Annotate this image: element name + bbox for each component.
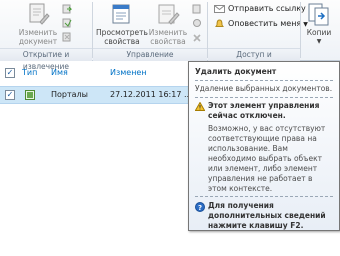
group-label-share: Доступ и отслеживание bbox=[208, 48, 300, 71]
copies-icon bbox=[308, 3, 329, 26]
help-icon: ? bbox=[195, 202, 205, 212]
select-all-checkbox[interactable]: ✓ bbox=[5, 68, 15, 78]
tooltip-body: Возможно, у вас отсутствуют соответствую… bbox=[208, 124, 326, 193]
tooltip-warning: Этот элемент управления сейчас отключен. bbox=[208, 101, 320, 120]
table-row[interactable]: ✓ Порталы 27.12.2011 16:17 ... bbox=[0, 86, 200, 104]
delete-document-tooltip: Удалить документ Удаление выбранных доку… bbox=[188, 61, 340, 231]
view-properties-label: Просмотреть свойства bbox=[96, 28, 148, 46]
edit-properties-icon bbox=[158, 4, 180, 25]
tooltip-title: Удалить документ bbox=[195, 67, 277, 76]
tooltip-help: Для получения дополнительных сведений на… bbox=[208, 201, 326, 230]
edit-document-label: Изменить документ bbox=[18, 28, 58, 46]
tooltip-divider bbox=[195, 97, 333, 98]
permissions-icon[interactable] bbox=[192, 18, 202, 28]
discard-checkout-icon[interactable] bbox=[62, 32, 72, 42]
alert-bell-icon bbox=[215, 18, 224, 27]
column-name[interactable]: Имя bbox=[51, 66, 68, 80]
row-modified: 27.12.2011 16:17 bbox=[110, 90, 182, 99]
checkout-icon[interactable] bbox=[62, 4, 72, 14]
tooltip-divider bbox=[195, 80, 333, 81]
row-name[interactable]: Порталы bbox=[51, 87, 88, 103]
edit-properties-label: Изменить свойства bbox=[148, 28, 188, 46]
warning-icon bbox=[195, 102, 205, 111]
copies-label: Копии bbox=[306, 28, 332, 37]
alert-me-label: Оповестить меня bbox=[228, 19, 302, 28]
send-link-button[interactable]: Отправить ссылку bbox=[214, 2, 306, 16]
tooltip-description: Удаление выбранных документов. bbox=[195, 84, 333, 93]
view-properties-button[interactable]: Просмотреть свойства bbox=[96, 2, 148, 46]
tooltip-divider bbox=[195, 196, 333, 197]
column-modified[interactable]: Изменен bbox=[110, 66, 147, 80]
delete-document-icon[interactable] bbox=[192, 33, 202, 43]
row-checkbox[interactable]: ✓ bbox=[5, 90, 15, 100]
column-type[interactable]: Тип bbox=[22, 66, 37, 80]
ribbon: Изменить документ Просмотреть свойства И… bbox=[0, 0, 340, 71]
group-label-manage: Управление bbox=[93, 48, 207, 61]
email-link-icon bbox=[214, 4, 225, 13]
copies-button[interactable]: Копии ▼ bbox=[304, 2, 334, 46]
checkin-icon[interactable] bbox=[62, 18, 72, 28]
edit-document-icon bbox=[29, 3, 50, 25]
group-label-open: Открытие и извлечение bbox=[0, 48, 92, 71]
svg-text:?: ? bbox=[198, 204, 202, 212]
alert-me-button[interactable]: Оповестить меня ▼ bbox=[214, 17, 308, 31]
edit-document-button[interactable]: Изменить документ bbox=[14, 2, 62, 46]
version-history-icon[interactable] bbox=[192, 4, 202, 14]
document-type-icon bbox=[25, 90, 35, 100]
copies-chevron-icon: ▼ bbox=[316, 38, 322, 45]
send-link-label: Отправить ссылку bbox=[228, 4, 306, 13]
edit-properties-button[interactable]: Изменить свойства bbox=[148, 2, 188, 46]
view-properties-icon bbox=[112, 4, 130, 24]
